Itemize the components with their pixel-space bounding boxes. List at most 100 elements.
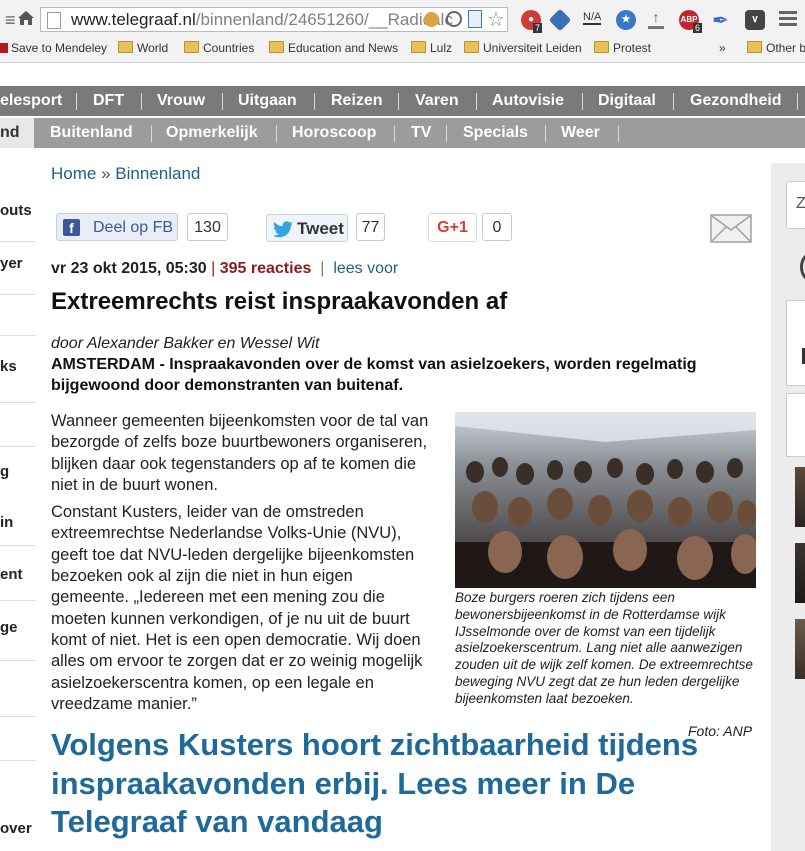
nav-item-horoscoop[interactable]: Horoscoop: [292, 118, 376, 148]
nav-item-opmerkelijk[interactable]: Opmerkelijk: [166, 118, 258, 148]
nav-item-binnenland[interactable]: nd: [0, 118, 20, 148]
sidebar-divider: [0, 402, 36, 403]
menu-icon[interactable]: [779, 11, 797, 26]
read-aloud-link[interactable]: lees voor: [333, 260, 398, 277]
sidebar-divider: [0, 545, 36, 546]
sidebar-link[interactable]: yer: [0, 255, 23, 272]
facebook-icon: f: [63, 219, 80, 236]
zoom-icon[interactable]: [446, 11, 462, 27]
bookmark-mendeley[interactable]: Save to Mendeley: [0, 41, 107, 55]
sidebar-link[interactable]: ks: [0, 358, 17, 375]
sidebar-link[interactable]: ent: [0, 566, 23, 583]
article-lead: AMSTERDAM - Inspraakavonden over de koms…: [51, 354, 751, 396]
bookmarks-bar: Save to Mendeley World Countries Educati…: [0, 37, 805, 59]
nav-item-dft[interactable]: DFT: [93, 86, 124, 116]
article-teaser: Volgens Kusters hoort zichtbaarheid tijd…: [51, 727, 699, 839]
folder-icon: [594, 41, 609, 53]
sidebar-thumbnail[interactable]: [795, 543, 805, 603]
secondary-nav: nd Buitenland Opmerkelijk Horoscoop TV S…: [0, 118, 805, 148]
nav-divider: [398, 93, 399, 110]
nav-divider: [797, 93, 798, 110]
facebook-share-label: Deel op FB: [93, 219, 174, 236]
extension-download-icon[interactable]: ↑: [648, 10, 664, 29]
nav-divider: [446, 125, 447, 142]
bookmark-other[interactable]: Other b: [747, 41, 805, 55]
folder-icon: [747, 41, 762, 53]
nav-item-gezondheid[interactable]: Gezondheid: [690, 86, 782, 116]
folder-icon: [184, 41, 199, 53]
nav-divider: [276, 125, 277, 142]
publish-date: vr 23 okt 2015, 05:30: [51, 260, 207, 277]
sidebar-link[interactable]: g: [0, 463, 9, 480]
sidebar-thumbnail[interactable]: [795, 467, 805, 527]
extension-blue-icon[interactable]: [548, 8, 572, 32]
facebook-share-button[interactable]: f Deel op FB: [56, 213, 178, 241]
extension-badge: 7: [533, 23, 543, 33]
pocket-icon[interactable]: ∨: [745, 10, 765, 30]
sidebar-link[interactable]: outs: [0, 202, 32, 219]
email-share-icon[interactable]: [710, 214, 752, 243]
dateline: AMSTERDAM -: [51, 356, 165, 373]
nav-item-buitenland[interactable]: Buitenland: [50, 118, 133, 148]
nav-divider: [476, 93, 477, 110]
bookmark-universiteit-leiden[interactable]: Universiteit Leiden: [464, 41, 582, 55]
nav-divider: [582, 93, 583, 110]
folder-icon: [118, 41, 133, 53]
nav-divider: [545, 125, 546, 142]
document-icon[interactable]: [468, 10, 482, 28]
nav-item-specials[interactable]: Specials: [463, 118, 528, 148]
nav-item-telesport[interactable]: elesport: [0, 86, 62, 116]
extension-badge: 6: [693, 23, 703, 33]
sidebar-thumbnail[interactable]: [795, 619, 805, 679]
cookie-icon[interactable]: [424, 12, 439, 27]
google-plus-count: 0: [482, 213, 512, 241]
nav-item-digitaal[interactable]: Digitaal: [598, 86, 656, 116]
nav-item-weer[interactable]: Weer: [561, 118, 600, 148]
bookmarks-overflow[interactable]: »: [719, 41, 726, 55]
sidebar-search-field[interactable]: Z: [786, 181, 805, 229]
extension-star-icon[interactable]: ★: [616, 10, 636, 30]
nav-item-varen[interactable]: Varen: [415, 86, 459, 116]
nav-divider: [394, 125, 395, 142]
nav-item-tv[interactable]: TV: [411, 118, 431, 148]
bookmark-education-news[interactable]: Education and News: [269, 41, 398, 55]
bookmark-countries[interactable]: Countries: [184, 41, 254, 55]
bookmark-world[interactable]: World: [118, 41, 168, 55]
reactions-link[interactable]: 395 reacties: [220, 260, 312, 277]
bookmark-protest[interactable]: Protest: [594, 41, 651, 55]
page-top-strip: [0, 63, 805, 86]
article-photo[interactable]: [455, 412, 756, 588]
star-icon[interactable]: ☆: [487, 7, 505, 32]
nav-divider: [314, 93, 315, 110]
sidebar-divider: [0, 294, 36, 295]
tweet-label: Tweet: [297, 219, 344, 238]
tweet-button[interactable]: Tweet: [266, 214, 348, 242]
facebook-share-count: 130: [187, 213, 228, 241]
folder-icon: [269, 41, 284, 53]
home-icon[interactable]: [16, 8, 36, 28]
browser-chrome: ≡ www.telegraaf.nl/binnenland/24651260/_…: [0, 0, 805, 63]
primary-nav: elesport DFT Vrouw Uitgaan Reizen Varen …: [0, 86, 805, 116]
breadcrumb-home[interactable]: Home: [51, 164, 96, 183]
pen-icon[interactable]: ✒: [712, 8, 729, 33]
sidebar-divider: [0, 760, 36, 761]
back-arrow-icon[interactable]: ≡: [5, 10, 16, 31]
folder-icon: [411, 41, 426, 53]
nav-item-autovisie[interactable]: Autovisie: [492, 86, 564, 116]
nav-divider: [673, 93, 674, 110]
sidebar-divider: [0, 241, 36, 242]
extension-na-label[interactable]: N/A: [583, 11, 602, 25]
sidebar-widget: [786, 300, 805, 386]
nav-item-uitgaan[interactable]: Uitgaan: [238, 86, 297, 116]
nav-item-reizen[interactable]: Reizen: [331, 86, 383, 116]
sidebar-link[interactable]: over: [0, 820, 32, 837]
nav-item-vrouw[interactable]: Vrouw: [157, 86, 205, 116]
bookmark-lulz[interactable]: Lulz: [411, 41, 452, 55]
sidebar-divider: [0, 716, 36, 717]
sidebar-link[interactable]: ge: [0, 619, 18, 636]
nav-divider: [222, 93, 223, 110]
google-plus-button[interactable]: G+1: [428, 213, 477, 242]
breadcrumb-section[interactable]: Binnenland: [115, 164, 200, 183]
photo-caption: Boze burgers roeren zich tijdens een bew…: [455, 590, 753, 706]
sidebar-link[interactable]: in: [0, 514, 13, 531]
